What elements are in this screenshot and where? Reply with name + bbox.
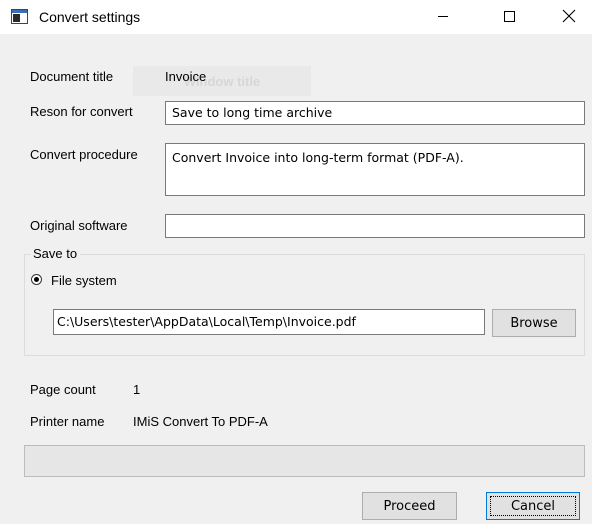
save-to-group xyxy=(24,254,585,356)
reason-label: Reson for convert xyxy=(30,104,133,119)
minimize-button[interactable] xyxy=(420,0,466,34)
title-bar: Convert settings xyxy=(0,0,592,34)
ghost-window-title: Window title xyxy=(133,66,311,96)
procedure-label: Convert procedure xyxy=(30,147,138,162)
app-window-icon xyxy=(11,9,28,24)
original-software-input[interactable] xyxy=(165,214,585,238)
window-title: Convert settings xyxy=(39,9,141,25)
maximize-icon xyxy=(503,10,515,25)
reason-input[interactable]: Save to long time archive xyxy=(165,101,585,125)
cancel-button[interactable]: Cancel xyxy=(486,492,580,520)
document-title-value: Invoice xyxy=(165,69,207,84)
page-count-value: 1 xyxy=(133,382,141,397)
page-count-label: Page count xyxy=(30,382,96,397)
document-title-label: Document title xyxy=(30,69,114,84)
browse-button[interactable]: Browse xyxy=(492,309,576,337)
proceed-button[interactable]: Proceed xyxy=(362,492,457,520)
file-system-radio[interactable] xyxy=(31,274,42,285)
progress-bar xyxy=(24,445,585,477)
procedure-textarea[interactable]: Convert Invoice into long-term format (P… xyxy=(165,143,585,196)
file-system-label[interactable]: File system xyxy=(51,273,117,288)
save-to-legend: Save to xyxy=(30,246,81,261)
close-button[interactable] xyxy=(546,0,592,34)
printer-name-value: IMiS Convert To PDF-A xyxy=(133,414,268,429)
original-software-label: Original software xyxy=(30,218,128,233)
focus-rectangle xyxy=(490,496,576,516)
save-path-input[interactable]: C:\Users\tester\AppData\Local\Temp\Invoi… xyxy=(53,309,485,335)
minimize-icon xyxy=(437,10,449,25)
printer-name-label: Printer name xyxy=(30,414,105,429)
maximize-button[interactable] xyxy=(486,0,532,34)
close-icon xyxy=(562,9,576,26)
